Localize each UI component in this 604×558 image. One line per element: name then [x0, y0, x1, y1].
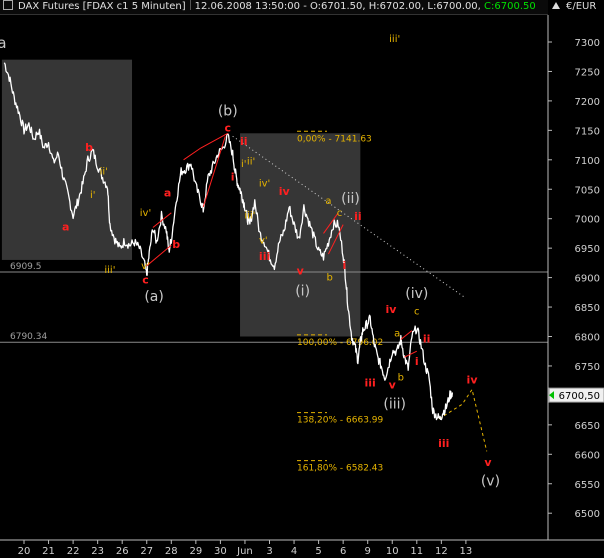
wave-label: (iv) — [405, 286, 428, 302]
y-tick-label: 7250 — [575, 67, 600, 78]
wave-label: iv' — [140, 208, 151, 219]
y-tick-label: 6500 — [575, 509, 600, 520]
wave-label: ii — [354, 210, 362, 223]
x-tick-label: 10 — [386, 546, 399, 557]
x-tick-label: 21 — [42, 546, 55, 557]
x-tick-label: 30 — [214, 546, 227, 557]
wave-label: (v) — [481, 474, 500, 490]
wave-label: i — [231, 170, 235, 183]
wave-label: a — [394, 329, 400, 340]
wave-label: a — [164, 186, 171, 199]
x-axis: 20 21 22 23 26 27 28 29 30 Jun 3 4 5 6 9 10 11 12 13 — [18, 540, 473, 557]
wave-label: ii' — [100, 167, 108, 178]
y-tick-label: 7300 — [575, 38, 600, 49]
x-tick-label: 6 — [340, 546, 346, 557]
y-tick-label: 6750 — [575, 362, 600, 373]
wave-label: (ii) — [341, 191, 360, 207]
y-tick-label: 6650 — [575, 421, 600, 432]
wave-label: iii — [259, 250, 270, 263]
wave-label: (i) — [295, 283, 310, 299]
support-line-label: 6790.34 — [10, 332, 47, 342]
y-tick-label: 7200 — [575, 97, 600, 108]
x-tick-label: 12 — [435, 546, 448, 557]
x-tick-label: 23 — [91, 546, 104, 557]
x-tick-label: 29 — [189, 546, 202, 557]
x-tick-label: 13 — [460, 546, 473, 557]
x-tick-label: 20 — [18, 546, 31, 557]
x-tick-label: 11 — [410, 546, 423, 557]
wave-label: c — [337, 208, 343, 219]
fib-label: 100,00% - 6796.02 — [297, 338, 383, 348]
wave-line — [146, 244, 172, 267]
x-tick-label: 3 — [266, 546, 272, 557]
wave-label: a — [0, 34, 7, 52]
x-tick-label: 4 — [291, 546, 297, 557]
wave-label: ii — [423, 332, 431, 345]
wave-label: b — [172, 238, 180, 251]
x-tick-label: 27 — [140, 546, 153, 557]
y-tick-label: 6900 — [575, 274, 600, 285]
x-tick-label: 22 — [67, 546, 80, 557]
wave-label: v' — [141, 261, 150, 272]
wave-label: i — [415, 355, 419, 368]
wave-label: i' — [90, 190, 96, 201]
y-tick-label: 6800 — [575, 333, 600, 344]
wave-label: v — [297, 265, 305, 278]
wave-label: v — [389, 378, 397, 391]
x-tick-label: 28 — [165, 546, 178, 557]
wave-label: iv — [467, 374, 479, 387]
x-tick-label: 9 — [365, 546, 371, 557]
y-tick-label: 6550 — [575, 480, 600, 491]
wave-label: ii — [240, 135, 248, 148]
wave-line — [183, 132, 229, 161]
y-tick-label: 6950 — [575, 244, 600, 255]
wave-label: iii' — [104, 265, 115, 276]
wave-label: a — [62, 220, 69, 233]
price-chart: 6909.5 6790.34 0,00% - 7141.63 100,00% - 6… — [0, 15, 604, 557]
y-tick-label: 7150 — [575, 126, 600, 137]
wave-line — [202, 136, 226, 208]
wave-label: iii — [364, 377, 375, 390]
y-tick-label: 6600 — [575, 450, 600, 461]
wave-line — [400, 330, 413, 340]
wave-label: iii' — [244, 211, 255, 222]
fib-label: 161,80% - 6582.43 — [297, 464, 383, 474]
wave-label: iv' — [259, 178, 270, 189]
x-tick-label: 26 — [116, 546, 129, 557]
fib-label: 0,00% - 7141.63 — [297, 134, 372, 144]
y-tick-label: 7100 — [575, 156, 600, 167]
x-tick-label: Jun — [236, 546, 253, 557]
wave-label: (iii) — [383, 396, 406, 412]
wave-label: i — [342, 259, 346, 272]
x-tick-label: 5 — [315, 546, 321, 557]
last-price-label: 6700,50 — [559, 391, 600, 402]
wave-label: b — [85, 141, 93, 154]
wave-label: (b) — [218, 104, 238, 120]
wave-label: iii — [438, 437, 449, 450]
y-tick-label: 7000 — [575, 215, 600, 226]
wave-label: i' — [241, 159, 247, 170]
wave-label: v — [484, 456, 492, 469]
wave-label: a — [325, 196, 331, 207]
wave-label: iv — [279, 185, 291, 198]
wave-label: iii' — [389, 34, 400, 45]
wave-label: v' — [259, 235, 268, 246]
y-tick-label: 7050 — [575, 185, 600, 196]
wave-label: b — [326, 273, 332, 284]
y-tick-label: 6850 — [575, 303, 600, 314]
support-line-label: 6909.5 — [10, 262, 42, 272]
wave-label: c — [224, 122, 231, 135]
wave-label: b — [398, 373, 404, 384]
wave-label: iv — [386, 303, 398, 316]
fib-label: 138,20% - 6663.99 — [297, 416, 384, 426]
wave-label: c — [142, 273, 149, 286]
wave-label: c — [414, 307, 420, 318]
wave-label: (a) — [144, 289, 164, 305]
wave-label: ii' — [247, 157, 255, 168]
